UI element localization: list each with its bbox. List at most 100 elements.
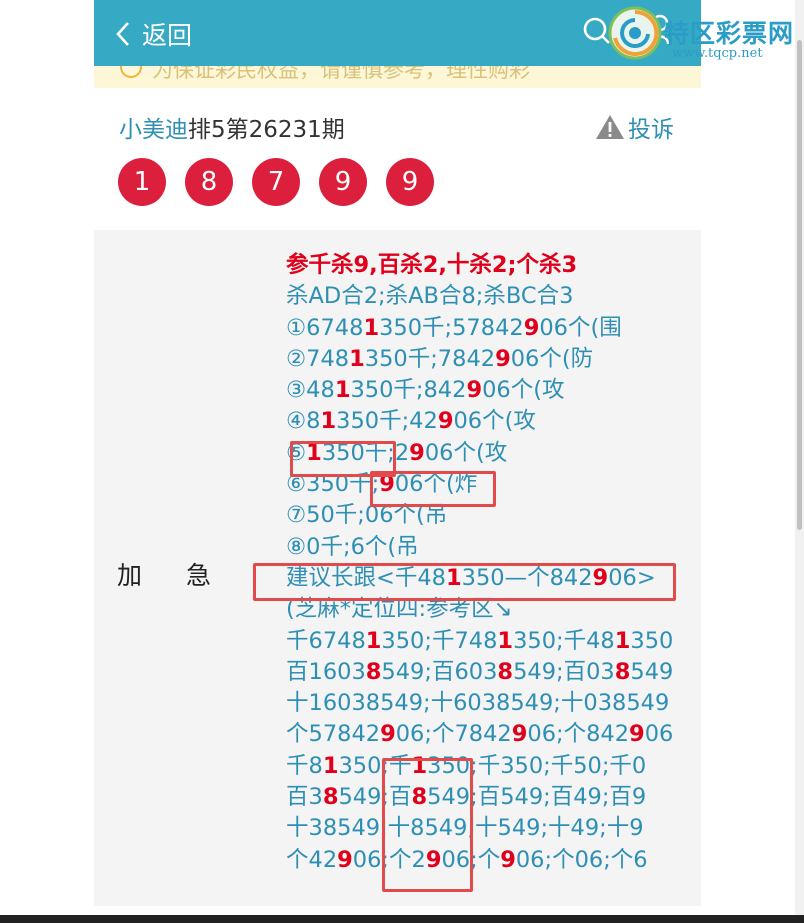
logo-url: www.tqcp.net [672, 46, 763, 61]
line-text: 个42 [286, 846, 338, 873]
highlight-digit: 8 [497, 658, 514, 685]
logo-title: 特区彩票网 [664, 19, 795, 48]
line-text: ⑥350千; [286, 471, 380, 498]
line-text: 06个(攻 [424, 439, 508, 466]
line-text: 06;个06;个6 [515, 846, 648, 873]
section-label: 加急 [117, 561, 256, 590]
line-text: ⑤ [286, 439, 307, 466]
highlight-digit: 9 [629, 721, 645, 748]
logo-swirl-icon [608, 6, 662, 60]
line-text: 350;千748 [381, 627, 498, 654]
prediction-block: 加急 参千杀9,百杀2,十杀2;个杀3 杀AD合2;杀AB合8;杀BC合3 ①674… [94, 230, 701, 906]
highlight-digit: 9 [409, 439, 425, 466]
page: 返回 特区彩票网 www.tqcp.net 为保证彩民权益，请谨慎参考，理性购彩… [0, 0, 804, 923]
prediction-line: 百38549;百8549;百549;百49;百9 [286, 782, 696, 813]
line-text: 549;百603 [381, 658, 498, 685]
line-text: 350千;7842 [364, 345, 496, 372]
highlight-digit: 9 [466, 377, 483, 404]
line-text: 350;千 [338, 752, 412, 779]
back-button[interactable]: 返回 [114, 14, 192, 54]
line-text: 350;千48 [513, 627, 615, 654]
highlight-digit: 9 [511, 721, 528, 748]
prediction-line: ⑤1350千;2906个(攻 [286, 438, 696, 469]
prediction-line: ①67481350千;57842906个(围 [286, 313, 696, 344]
prediction-line: ⑧0千;6个(吊 [286, 532, 696, 563]
highlight-digit: 8 [411, 784, 428, 811]
author-link[interactable]: 小美迪 [119, 117, 188, 143]
line-text: 549 [630, 658, 674, 685]
line-text: 06;个2 [352, 846, 426, 873]
highlight-digit: 1 [411, 752, 428, 779]
bottom-edge [0, 915, 804, 923]
number-ball: 7 [252, 158, 300, 206]
line-text: 350千;842 [350, 377, 467, 404]
prediction-line: ②7481350千;7842906个(防 [286, 344, 696, 375]
highlight-digit: 9 [592, 564, 609, 591]
highlight-digit: 1 [363, 314, 380, 341]
line-text: ④8 [286, 408, 321, 435]
highlight-digit: 9 [379, 471, 395, 498]
line-text: 350千;42 [336, 408, 438, 435]
line-text: 06个(围 [539, 314, 622, 341]
scrollbar-thumb[interactable] [797, 40, 802, 530]
notice-bar: 为保证彩民权益，请谨慎参考，理性购彩 [94, 66, 701, 88]
post-title: 小美迪排5第26231期 [119, 110, 345, 144]
line-text: 十16038549;十6038549;十038549 [286, 690, 670, 717]
line-text: 06个(攻 [482, 377, 565, 404]
highlight-digit: 1 [334, 377, 351, 404]
highlight-digit: 1 [320, 408, 337, 435]
line-text: ⑦50千;06个(吊 [286, 502, 448, 529]
highlight-digit: 1 [349, 345, 365, 372]
highlight-digit: 8 [322, 784, 339, 811]
prediction-line: 建议长跟<千481350—个842906> [286, 563, 696, 594]
prediction-line: 参千杀9,百杀2,十杀2;个杀3 [286, 250, 696, 281]
highlight-digit: 8 [365, 658, 382, 685]
highlight-digit: 1 [365, 627, 382, 654]
prediction-line: 十16038549;十6038549;十038549 [286, 688, 696, 719]
line-text: 350—个842 [461, 564, 593, 591]
line-text: 06;个 [441, 846, 501, 873]
line-text: (芝麻*定位四:参考区↘ [286, 596, 513, 623]
highlight-digit: 1 [497, 627, 514, 654]
prediction-line: ⑥350千;906个(炸 [286, 469, 696, 500]
highlight-digit: 1 [306, 439, 322, 466]
line-text: 个57842 [286, 721, 381, 748]
line-text: 06> [608, 564, 656, 591]
number-ball: 8 [185, 158, 233, 206]
line-text: ②748 [286, 345, 350, 372]
site-logo: 特区彩票网 www.tqcp.net [606, 4, 804, 66]
chevron-left-icon [114, 16, 136, 52]
highlight-digit: 9 [425, 846, 442, 873]
highlight-digit: 9 [500, 846, 516, 873]
prediction-line: (芝麻*定位四:参考区↘ [286, 594, 696, 625]
line-text: 549;百549;百49;百9 [427, 784, 647, 811]
number-ball: 1 [118, 158, 166, 206]
line-text: ⑧0千;6个(吊 [286, 533, 419, 560]
prediction-line: 杀AD合2;杀AB合8;杀BC合3 [286, 281, 696, 312]
prediction-line: ④81350千;42906个(攻 [286, 406, 696, 437]
line-text: 百1603 [286, 658, 366, 685]
highlight-digit: 9 [337, 846, 353, 873]
highlight-digit: 1 [322, 752, 339, 779]
prediction-line: 十38549;十8549;十549;十49;十9 [286, 813, 696, 844]
report-button[interactable]: 投诉 [594, 110, 674, 144]
number-ball: 9 [319, 158, 367, 206]
prediction-line: 个42906;个2906;个906;个06;个6 [286, 845, 696, 876]
line-text: ③48 [286, 377, 335, 404]
line-text: 06;个7842 [395, 721, 512, 748]
highlight-digit: 1 [445, 564, 462, 591]
prediction-line: ⑦50千;06个(吊 [286, 500, 696, 531]
line-text: 06个(炸 [394, 471, 478, 498]
number-ball: 9 [386, 158, 434, 206]
line-text: 549;百03 [513, 658, 615, 685]
line-text: 350 [630, 627, 674, 654]
prediction-lines: 参千杀9,百杀2,十杀2;个杀3 杀AD合2;杀AB合8;杀BC合3 ①674813… [286, 250, 696, 876]
highlight-digit: 1 [614, 627, 631, 654]
highlight-digit: 9 [523, 314, 540, 341]
warning-icon [596, 115, 624, 139]
info-icon [120, 66, 142, 78]
prediction-line: 个57842906;个7842906;个842906 [286, 719, 696, 750]
report-label: 投诉 [628, 117, 674, 143]
line-text: 杀AD合2;杀AB合8;杀BC合3 [286, 283, 574, 310]
highlight-digit: 9 [437, 408, 454, 435]
